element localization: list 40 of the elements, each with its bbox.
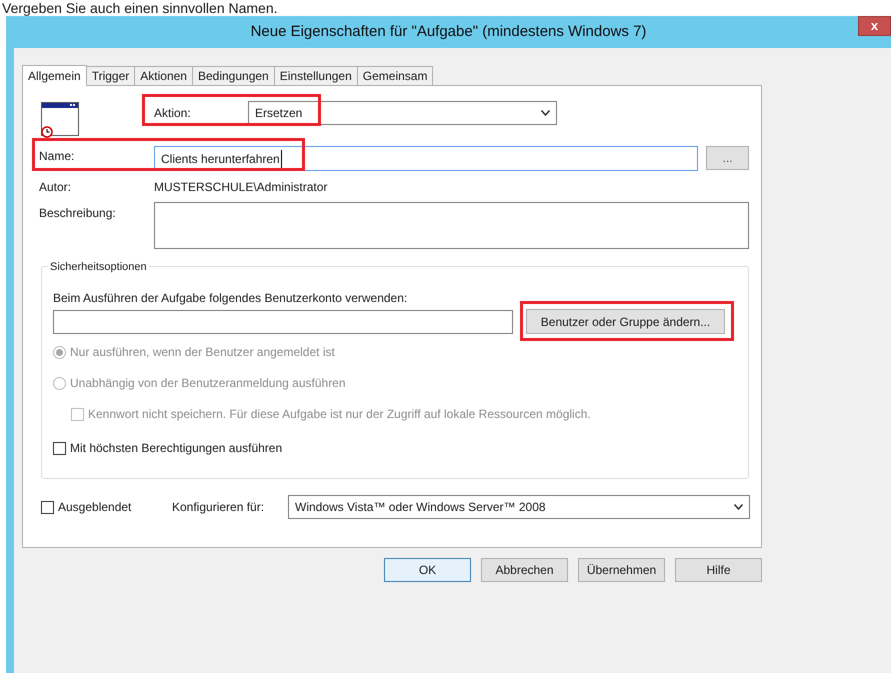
dialog-button[interactable]: OK <box>384 558 471 582</box>
dialog-button[interactable]: Abbrechen <box>481 558 568 582</box>
chevron-down-icon <box>541 110 550 116</box>
action-label: Aktion: <box>154 105 192 122</box>
dialog-button[interactable]: Übernehmen <box>578 558 665 582</box>
name-input[interactable]: Clients herunterfahren <box>154 146 698 171</box>
checkbox[interactable] <box>41 500 54 514</box>
tab[interactable]: Allgemein <box>22 65 87 86</box>
description-label: Beschreibung: <box>39 205 117 222</box>
group-legend: Sicherheitsoptionen <box>48 259 149 276</box>
description-field[interactable] <box>154 202 749 249</box>
close-button[interactable]: x <box>858 16 891 36</box>
task-window-clock-icon <box>41 102 79 138</box>
chevron-down-icon <box>734 504 743 510</box>
tab[interactable]: Trigger <box>86 66 136 85</box>
input-value: Clients herunterfahren <box>161 150 282 168</box>
option-label: Nur ausführen, wenn der Benutzer angemeldet ist <box>70 344 335 361</box>
account-input[interactable] <box>53 310 513 334</box>
window-title: Neue Eigenschaften für "Aufgabe" (mindestens Windows 7) <box>250 22 646 42</box>
dropdown-value: Windows Vista™ oder Windows Server™ 2008 <box>295 499 546 516</box>
hidden-label: Ausgeblendet <box>58 499 132 516</box>
configure-label: Konfigurieren für: <box>172 499 266 516</box>
dialog-button[interactable]: Hilfe <box>675 558 762 582</box>
name-label: Name: <box>39 148 76 165</box>
author-value: MUSTERSCHULE\Administrator <box>154 179 328 194</box>
option-label: Unabhängig von der Benutzeranmeldung ausführen <box>70 375 346 392</box>
tab[interactable]: Gemeinsam <box>356 66 434 85</box>
option-label: Kennwort nicht speichern. Für diese Aufgabe ist nur der Zugriff auf lokale Ressourcen möglich. <box>88 406 591 423</box>
checkbox[interactable] <box>53 442 66 454</box>
browse-button[interactable]: ... <box>706 146 749 170</box>
tab[interactable]: Bedingungen <box>192 66 275 85</box>
change-user-button[interactable]: Benutzer oder Gruppe ändern... <box>526 309 725 334</box>
caption-text: Vergeben Sie auch einen sinnvollen Namen. <box>2 0 278 16</box>
action-dropdown[interactable]: Ersetzen <box>248 101 557 125</box>
configure-dropdown[interactable]: Windows Vista™ oder Windows Server™ 2008 <box>288 495 750 519</box>
account-label: Beim Ausführen der Aufgabe folgendes Benutzerkonto verwenden: <box>53 290 408 305</box>
tab[interactable]: Einstellungen <box>274 66 358 85</box>
dropdown-value: Ersetzen <box>255 105 302 122</box>
author-label: Autor: <box>39 179 72 194</box>
option-label: Mit höchsten Berechtigungen ausführen <box>70 440 282 457</box>
